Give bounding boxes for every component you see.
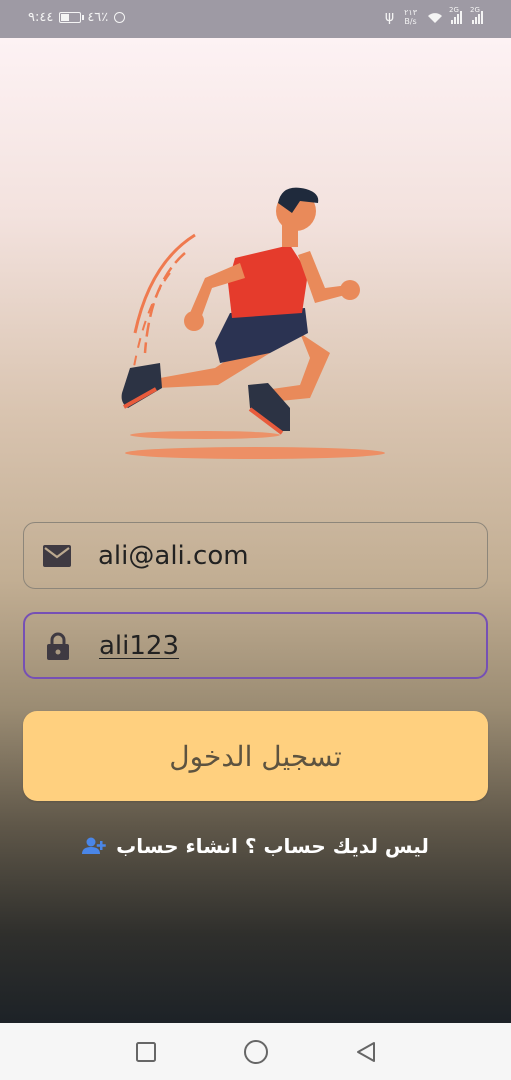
email-input[interactable]: ali@ali.com [98,541,249,571]
password-field[interactable]: ali123 [23,612,488,679]
battery-text: ٤٦٪ [87,10,109,25]
runner-illustration-icon [110,163,400,468]
lock-icon [43,631,73,661]
network-speed: ٢١٣ B/s [404,8,417,26]
speed-unit: B/s [404,17,417,26]
signal-tag-2: 2G [470,6,480,14]
status-bar: ٩:٤٤ ٤٦٪ ψ ٢١٣ B/s 2G 2G [0,0,511,38]
signup-link[interactable]: ليس لديك حساب ؟ انشاء حساب [0,834,511,858]
signup-text[interactable]: ليس لديك حساب ؟ انشاء حساب [116,834,429,858]
password-input[interactable]: ali123 [99,631,179,661]
speed-value: ٢١٣ [404,8,417,17]
battery-icon [59,12,85,23]
status-left: ٩:٤٤ ٤٦٪ [28,10,131,25]
system-nav-bar [0,1023,511,1080]
mail-icon [42,541,72,571]
wifi-icon [427,12,442,23]
home-circle-icon[interactable] [241,1037,271,1067]
email-field[interactable]: ali@ali.com [23,522,488,589]
clock: ٩:٤٤ [28,10,54,25]
login-screen: ali@ali.com ali123 تسجيل الدخول ليس لديك… [0,38,511,1023]
signal-icon-1: 2G [449,6,462,24]
recents-square-icon[interactable] [131,1037,161,1067]
usb-icon: ψ [384,9,395,25]
alarm-icon [114,12,126,23]
login-button[interactable]: تسجيل الدخول [23,711,488,801]
signal-icon-2: 2G [470,6,483,24]
person-add-icon[interactable] [82,837,106,855]
status-right: ψ ٢١٣ B/s 2G 2G [384,6,483,26]
signal-tag-1: 2G [449,6,459,14]
back-triangle-icon[interactable] [351,1037,381,1067]
